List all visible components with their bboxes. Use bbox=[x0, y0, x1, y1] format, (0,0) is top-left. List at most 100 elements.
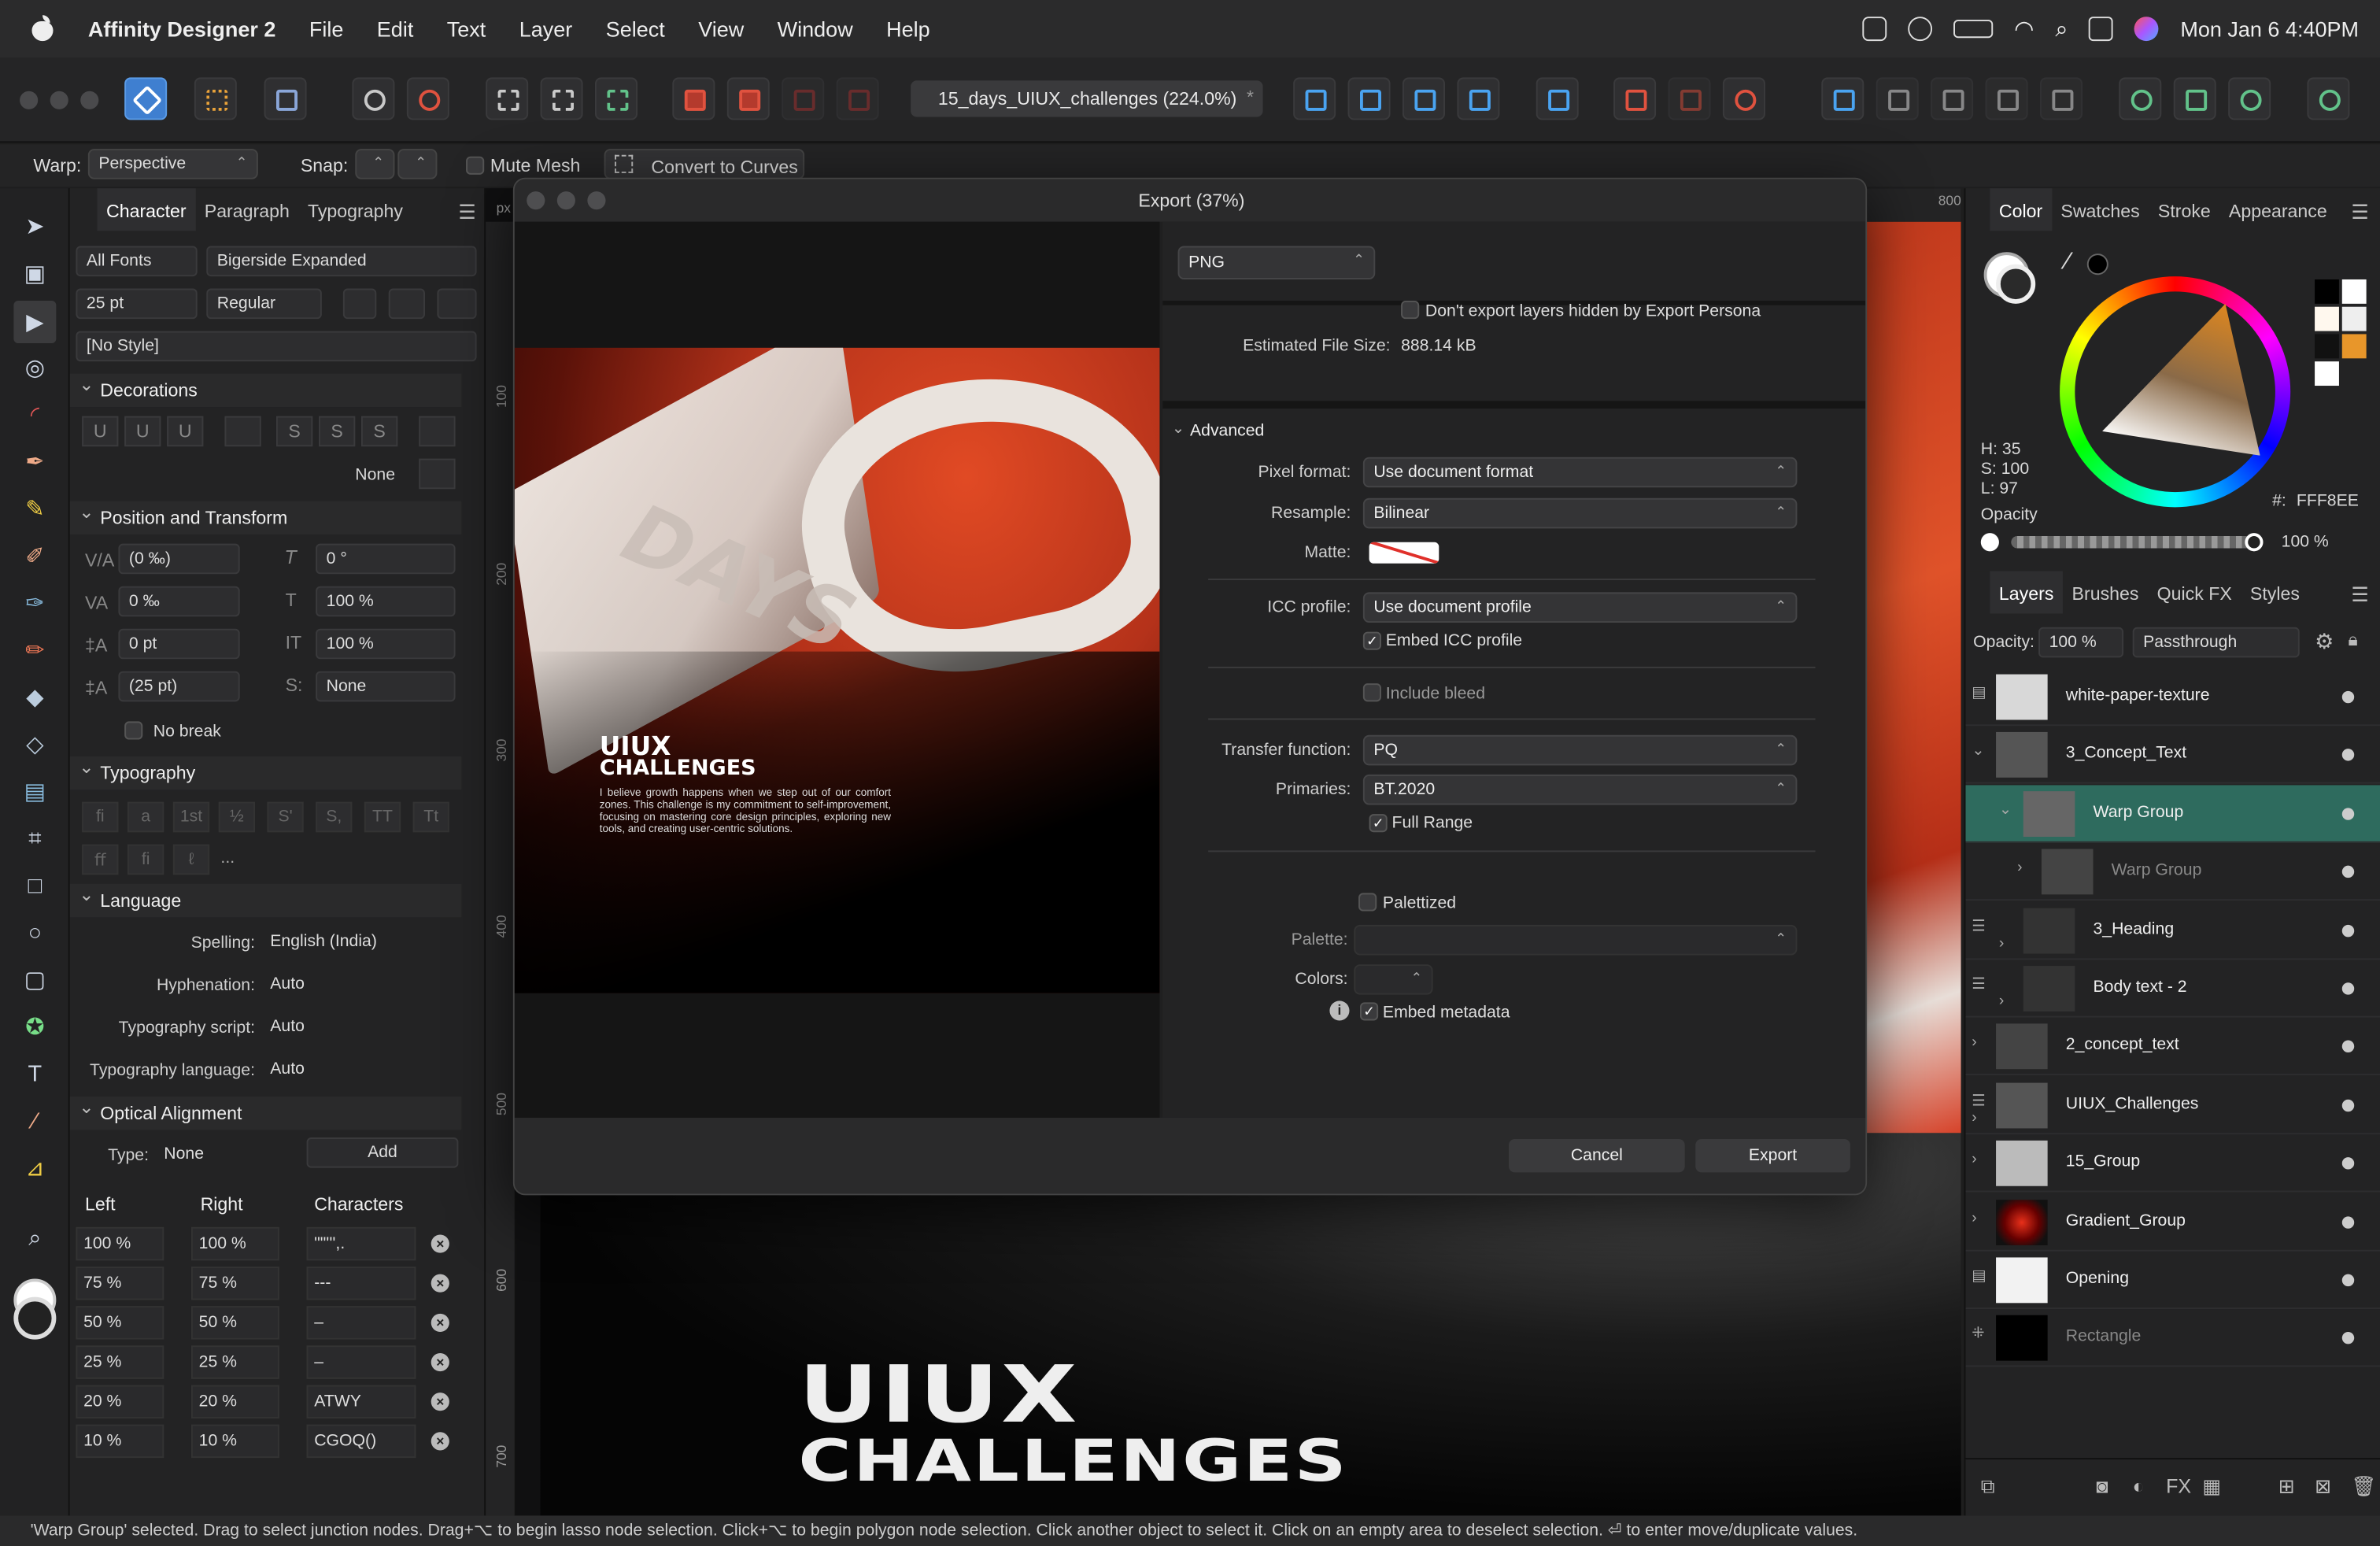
warp-mode-select[interactable]: Perspective bbox=[87, 149, 258, 179]
recent-swatch-white-2[interactable] bbox=[2315, 361, 2339, 386]
rotate-left-icon[interactable] bbox=[1402, 77, 1445, 120]
opacity-value[interactable]: 100 % bbox=[2282, 533, 2329, 551]
layer-row[interactable]: ☰ › Body text - 2 bbox=[1965, 960, 2380, 1018]
spelling-select[interactable]: English (India) bbox=[261, 928, 456, 959]
layer-row[interactable]: › Gradient_Group bbox=[1965, 1193, 2380, 1251]
boolean-xor-icon[interactable] bbox=[1985, 77, 2028, 120]
text-tool-icon[interactable]: T bbox=[18, 1057, 51, 1090]
export-format-select[interactable]: PNG bbox=[1177, 246, 1376, 279]
apple-icon[interactable] bbox=[31, 15, 55, 43]
optical-row-left[interactable]: 25 % bbox=[76, 1345, 164, 1379]
fx-icon[interactable]: FX bbox=[2166, 1474, 2191, 1497]
layer-expand-chevron-icon[interactable]: › bbox=[1972, 1210, 1976, 1226]
tab-color[interactable]: Color bbox=[1990, 188, 2052, 231]
layer-expand-chevron-icon[interactable]: › bbox=[2017, 860, 2022, 876]
no-break-checkbox[interactable] bbox=[124, 721, 143, 740]
zoom-tool-icon[interactable]: ⌕ bbox=[18, 1221, 51, 1254]
transparency-tool-icon[interactable]: ◇ bbox=[18, 727, 51, 760]
optical-row-left[interactable]: 10 % bbox=[76, 1424, 164, 1459]
advanced-header[interactable]: Advanced bbox=[1190, 422, 1264, 440]
panel-menu-icon[interactable]: ☰ bbox=[458, 201, 475, 225]
menu-select[interactable]: Select bbox=[606, 17, 665, 41]
font-color-button[interactable] bbox=[388, 288, 425, 320]
shape-tool-icon[interactable]: ✪ bbox=[18, 1010, 51, 1043]
palettized-checkbox[interactable] bbox=[1358, 893, 1377, 912]
studio-icon[interactable]: ⧉ bbox=[1981, 1474, 1995, 1499]
ellipse-tool-icon[interactable]: ○ bbox=[18, 915, 51, 949]
user-account-icon[interactable] bbox=[2307, 77, 2350, 120]
menu-layer[interactable]: Layer bbox=[519, 17, 573, 41]
measure-tool-icon[interactable]: ⊿ bbox=[18, 1151, 51, 1184]
typo-superscript-button[interactable]: S' bbox=[267, 801, 304, 833]
arrange-top-icon[interactable] bbox=[836, 77, 879, 120]
opacity-slider-handle[interactable] bbox=[2245, 533, 2264, 552]
tab-quick-fx[interactable]: Quick FX bbox=[2148, 571, 2241, 613]
horizontal-ruler[interactable]: 800 bbox=[1864, 188, 1961, 222]
optical-row-characters[interactable]: CGOQ() bbox=[306, 1424, 416, 1459]
full-range-checkbox[interactable]: ✓ bbox=[1369, 814, 1388, 833]
resample-select[interactable]: Bilinear bbox=[1362, 497, 1798, 529]
optical-type-select[interactable]: None bbox=[155, 1141, 294, 1171]
optical-row-characters[interactable]: ""''',. bbox=[306, 1226, 416, 1261]
document-tab[interactable]: 15_days_UIUX_challenges (224.0%) * bbox=[911, 80, 1263, 117]
boolean-intersect-icon[interactable] bbox=[1931, 77, 1974, 120]
layer-row[interactable]: ⌄ Warp Group bbox=[1965, 785, 2380, 843]
typo-stylistic-button[interactable]: ℓ bbox=[172, 844, 210, 875]
layer-row[interactable]: › 15_Group bbox=[1965, 1135, 2380, 1193]
boolean-divide-icon[interactable] bbox=[2039, 77, 2082, 120]
add-layer-icon[interactable]: ⊞ bbox=[2278, 1474, 2295, 1499]
flip-vertical-icon[interactable] bbox=[1347, 77, 1391, 120]
typo-all-caps-button[interactable]: TT bbox=[364, 801, 401, 833]
typo-ligatures-button[interactable]: fi bbox=[82, 801, 119, 833]
crop-tool-icon[interactable]: ⌗ bbox=[18, 822, 51, 855]
blend-mode-select[interactable]: Passthrough bbox=[2132, 627, 2300, 658]
zoom-window-button[interactable] bbox=[80, 91, 99, 109]
decorations-header[interactable]: Decorations bbox=[69, 373, 462, 408]
font-family-select[interactable]: Bigerside Expanded bbox=[206, 246, 477, 277]
arrange-front-icon[interactable] bbox=[782, 77, 825, 120]
contour-tool-icon[interactable]: ◎ bbox=[18, 351, 51, 384]
optical-row-right[interactable]: 25 % bbox=[190, 1345, 279, 1379]
double-strikethrough-button[interactable]: S bbox=[318, 416, 356, 447]
recent-swatch-light[interactable] bbox=[2341, 306, 2367, 331]
layer-expand-chevron-icon[interactable]: › bbox=[1972, 1110, 1976, 1126]
grid-icon[interactable]: ▦ bbox=[2202, 1474, 2221, 1499]
hex-value[interactable]: FFF8EE bbox=[2297, 492, 2359, 510]
control-center-icon[interactable] bbox=[2089, 17, 2114, 42]
font-variation-button[interactable] bbox=[342, 288, 377, 320]
layer-visibility-toggle[interactable] bbox=[2341, 1274, 2355, 1287]
baseline-field[interactable]: 0 pt bbox=[118, 628, 240, 660]
tracking-field[interactable]: (0 ‰) bbox=[118, 543, 240, 575]
layer-row[interactable]: › Warp Group bbox=[1965, 843, 2380, 901]
play-icon[interactable] bbox=[1908, 17, 1933, 42]
include-bleed-checkbox[interactable] bbox=[1362, 683, 1381, 702]
remove-row-icon[interactable]: × bbox=[431, 1393, 449, 1411]
node-tool-icon[interactable]: ▶ bbox=[13, 300, 57, 344]
arrange-forward-icon[interactable] bbox=[726, 77, 770, 120]
recent-swatch-black[interactable] bbox=[2315, 279, 2339, 304]
preferences-icon[interactable] bbox=[352, 77, 395, 120]
tab-appearance[interactable]: Appearance bbox=[2219, 188, 2336, 231]
tab-swatches[interactable]: Swatches bbox=[2052, 188, 2149, 231]
layer-row[interactable]: ☰ › UIUX_Challenges bbox=[1965, 1076, 2380, 1134]
optical-row-right[interactable]: 10 % bbox=[190, 1424, 279, 1459]
geometry-icon[interactable] bbox=[1668, 77, 1711, 120]
cancel-button[interactable]: Cancel bbox=[1508, 1138, 1685, 1173]
quick-mask-icon[interactable] bbox=[2119, 77, 2162, 120]
layer-expand-chevron-icon[interactable]: › bbox=[1999, 993, 2004, 1010]
layer-expand-chevron-icon[interactable]: › bbox=[1999, 935, 2004, 952]
corner-tool-icon[interactable]: ◜ bbox=[18, 398, 51, 431]
delete-layer-icon[interactable]: 🗑︎ bbox=[2351, 1474, 2376, 1499]
export-button[interactable]: Export bbox=[1695, 1138, 1850, 1173]
dialog-minimize-button[interactable] bbox=[556, 191, 575, 210]
convert-to-curves-button[interactable]: Convert to Curves bbox=[604, 149, 805, 179]
typo-fractions-button[interactable]: ½ bbox=[218, 801, 255, 833]
snapping-magnet-icon[interactable] bbox=[1722, 77, 1765, 120]
underline-color-button[interactable] bbox=[224, 416, 261, 447]
embed-metadata-checkbox[interactable]: ✓ bbox=[1359, 1002, 1379, 1021]
vertical-scale-field[interactable]: 100 % bbox=[316, 628, 456, 660]
optical-alignment-header[interactable]: Optical Alignment bbox=[69, 1096, 462, 1130]
export-persona-icon[interactable] bbox=[264, 77, 307, 120]
pen-tool-icon[interactable]: ✒ bbox=[18, 445, 51, 478]
fill-tool-icon[interactable]: ◆ bbox=[18, 680, 51, 713]
